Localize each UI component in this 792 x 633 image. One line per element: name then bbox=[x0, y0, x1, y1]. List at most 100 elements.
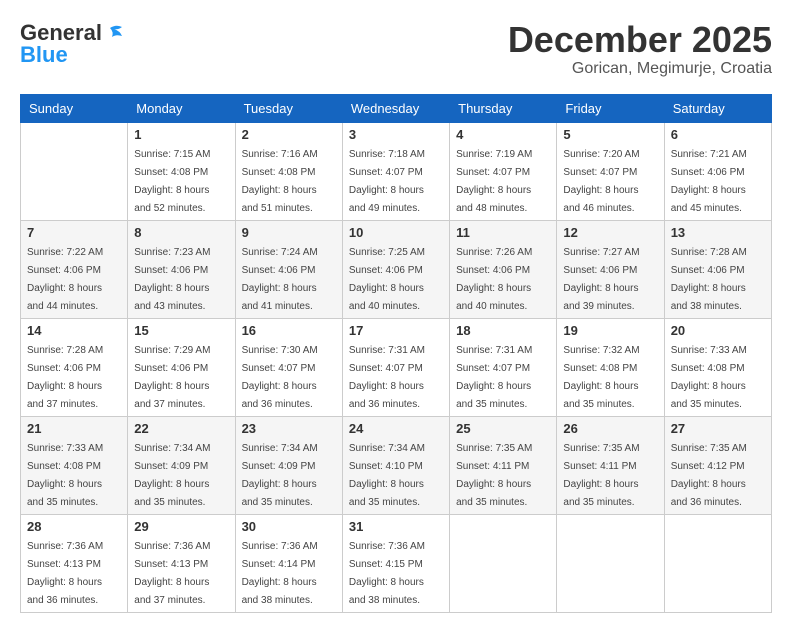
logo-text-blue: Blue bbox=[20, 42, 68, 68]
calendar-cell: 12 Sunrise: 7:27 AMSunset: 4:06 PMDaylig… bbox=[557, 220, 664, 318]
calendar-cell: 10 Sunrise: 7:25 AMSunset: 4:06 PMDaylig… bbox=[342, 220, 449, 318]
calendar-cell: 14 Sunrise: 7:28 AMSunset: 4:06 PMDaylig… bbox=[21, 318, 128, 416]
day-info: Sunrise: 7:36 AMSunset: 4:13 PMDaylight:… bbox=[134, 541, 210, 606]
day-number: 5 bbox=[563, 127, 657, 142]
days-of-week-row: SundayMondayTuesdayWednesdayThursdayFrid… bbox=[21, 94, 772, 122]
day-info: Sunrise: 7:26 AMSunset: 4:06 PMDaylight:… bbox=[456, 247, 532, 312]
day-info: Sunrise: 7:36 AMSunset: 4:13 PMDaylight:… bbox=[27, 541, 103, 606]
calendar-cell: 26 Sunrise: 7:35 AMSunset: 4:11 PMDaylig… bbox=[557, 416, 664, 514]
day-number: 25 bbox=[456, 421, 550, 436]
day-info: Sunrise: 7:34 AMSunset: 4:09 PMDaylight:… bbox=[134, 443, 210, 508]
calendar-week-row: 7 Sunrise: 7:22 AMSunset: 4:06 PMDayligh… bbox=[21, 220, 772, 318]
calendar-cell bbox=[664, 514, 771, 612]
dow-header: Sunday bbox=[21, 94, 128, 122]
day-info: Sunrise: 7:31 AMSunset: 4:07 PMDaylight:… bbox=[456, 345, 532, 410]
day-number: 16 bbox=[242, 323, 336, 338]
day-info: Sunrise: 7:33 AMSunset: 4:08 PMDaylight:… bbox=[27, 443, 103, 508]
day-info: Sunrise: 7:21 AMSunset: 4:06 PMDaylight:… bbox=[671, 149, 747, 214]
location: Gorican, Megimurje, Croatia bbox=[508, 60, 772, 78]
day-number: 28 bbox=[27, 519, 121, 534]
day-info: Sunrise: 7:35 AMSunset: 4:11 PMDaylight:… bbox=[563, 443, 639, 508]
day-info: Sunrise: 7:34 AMSunset: 4:10 PMDaylight:… bbox=[349, 443, 425, 508]
calendar-cell: 2 Sunrise: 7:16 AMSunset: 4:08 PMDayligh… bbox=[235, 122, 342, 220]
day-number: 1 bbox=[134, 127, 228, 142]
day-number: 6 bbox=[671, 127, 765, 142]
calendar-cell bbox=[557, 514, 664, 612]
day-info: Sunrise: 7:25 AMSunset: 4:06 PMDaylight:… bbox=[349, 247, 425, 312]
dow-header: Tuesday bbox=[235, 94, 342, 122]
day-info: Sunrise: 7:23 AMSunset: 4:06 PMDaylight:… bbox=[134, 247, 210, 312]
calendar-table: SundayMondayTuesdayWednesdayThursdayFrid… bbox=[20, 94, 772, 613]
calendar-cell: 16 Sunrise: 7:30 AMSunset: 4:07 PMDaylig… bbox=[235, 318, 342, 416]
day-info: Sunrise: 7:18 AMSunset: 4:07 PMDaylight:… bbox=[349, 149, 425, 214]
calendar-week-row: 1 Sunrise: 7:15 AMSunset: 4:08 PMDayligh… bbox=[21, 122, 772, 220]
calendar-cell: 23 Sunrise: 7:34 AMSunset: 4:09 PMDaylig… bbox=[235, 416, 342, 514]
dow-header: Thursday bbox=[450, 94, 557, 122]
logo-bird-icon bbox=[102, 24, 124, 42]
day-number: 8 bbox=[134, 225, 228, 240]
day-number: 18 bbox=[456, 323, 550, 338]
day-number: 9 bbox=[242, 225, 336, 240]
day-number: 29 bbox=[134, 519, 228, 534]
day-info: Sunrise: 7:30 AMSunset: 4:07 PMDaylight:… bbox=[242, 345, 318, 410]
calendar-cell: 9 Sunrise: 7:24 AMSunset: 4:06 PMDayligh… bbox=[235, 220, 342, 318]
day-number: 31 bbox=[349, 519, 443, 534]
day-number: 10 bbox=[349, 225, 443, 240]
calendar-cell: 13 Sunrise: 7:28 AMSunset: 4:06 PMDaylig… bbox=[664, 220, 771, 318]
day-number: 20 bbox=[671, 323, 765, 338]
calendar-cell: 6 Sunrise: 7:21 AMSunset: 4:06 PMDayligh… bbox=[664, 122, 771, 220]
calendar-cell: 18 Sunrise: 7:31 AMSunset: 4:07 PMDaylig… bbox=[450, 318, 557, 416]
day-number: 2 bbox=[242, 127, 336, 142]
day-number: 23 bbox=[242, 421, 336, 436]
day-number: 15 bbox=[134, 323, 228, 338]
dow-header: Wednesday bbox=[342, 94, 449, 122]
day-info: Sunrise: 7:16 AMSunset: 4:08 PMDaylight:… bbox=[242, 149, 318, 214]
calendar-cell: 28 Sunrise: 7:36 AMSunset: 4:13 PMDaylig… bbox=[21, 514, 128, 612]
day-info: Sunrise: 7:20 AMSunset: 4:07 PMDaylight:… bbox=[563, 149, 639, 214]
calendar-cell: 7 Sunrise: 7:22 AMSunset: 4:06 PMDayligh… bbox=[21, 220, 128, 318]
calendar-cell: 22 Sunrise: 7:34 AMSunset: 4:09 PMDaylig… bbox=[128, 416, 235, 514]
day-info: Sunrise: 7:35 AMSunset: 4:11 PMDaylight:… bbox=[456, 443, 532, 508]
calendar-week-row: 21 Sunrise: 7:33 AMSunset: 4:08 PMDaylig… bbox=[21, 416, 772, 514]
calendar-cell: 30 Sunrise: 7:36 AMSunset: 4:14 PMDaylig… bbox=[235, 514, 342, 612]
day-info: Sunrise: 7:22 AMSunset: 4:06 PMDaylight:… bbox=[27, 247, 103, 312]
calendar-cell: 3 Sunrise: 7:18 AMSunset: 4:07 PMDayligh… bbox=[342, 122, 449, 220]
dow-header: Friday bbox=[557, 94, 664, 122]
calendar-cell: 4 Sunrise: 7:19 AMSunset: 4:07 PMDayligh… bbox=[450, 122, 557, 220]
day-info: Sunrise: 7:34 AMSunset: 4:09 PMDaylight:… bbox=[242, 443, 318, 508]
day-info: Sunrise: 7:28 AMSunset: 4:06 PMDaylight:… bbox=[671, 247, 747, 312]
calendar-cell: 20 Sunrise: 7:33 AMSunset: 4:08 PMDaylig… bbox=[664, 318, 771, 416]
page-header: General Blue December 2025 Gorican, Megi… bbox=[20, 20, 772, 78]
calendar-cell: 1 Sunrise: 7:15 AMSunset: 4:08 PMDayligh… bbox=[128, 122, 235, 220]
calendar-cell bbox=[21, 122, 128, 220]
day-number: 13 bbox=[671, 225, 765, 240]
day-number: 14 bbox=[27, 323, 121, 338]
day-number: 26 bbox=[563, 421, 657, 436]
calendar-cell: 27 Sunrise: 7:35 AMSunset: 4:12 PMDaylig… bbox=[664, 416, 771, 514]
calendar-week-row: 28 Sunrise: 7:36 AMSunset: 4:13 PMDaylig… bbox=[21, 514, 772, 612]
day-info: Sunrise: 7:36 AMSunset: 4:14 PMDaylight:… bbox=[242, 541, 318, 606]
day-info: Sunrise: 7:31 AMSunset: 4:07 PMDaylight:… bbox=[349, 345, 425, 410]
day-info: Sunrise: 7:32 AMSunset: 4:08 PMDaylight:… bbox=[563, 345, 639, 410]
day-number: 3 bbox=[349, 127, 443, 142]
calendar-cell: 31 Sunrise: 7:36 AMSunset: 4:15 PMDaylig… bbox=[342, 514, 449, 612]
calendar-cell: 5 Sunrise: 7:20 AMSunset: 4:07 PMDayligh… bbox=[557, 122, 664, 220]
day-number: 4 bbox=[456, 127, 550, 142]
day-number: 11 bbox=[456, 225, 550, 240]
day-number: 24 bbox=[349, 421, 443, 436]
calendar-cell bbox=[450, 514, 557, 612]
title-section: December 2025 Gorican, Megimurje, Croati… bbox=[508, 20, 772, 78]
day-number: 19 bbox=[563, 323, 657, 338]
day-number: 30 bbox=[242, 519, 336, 534]
day-number: 7 bbox=[27, 225, 121, 240]
calendar-cell: 19 Sunrise: 7:32 AMSunset: 4:08 PMDaylig… bbox=[557, 318, 664, 416]
day-info: Sunrise: 7:24 AMSunset: 4:06 PMDaylight:… bbox=[242, 247, 318, 312]
calendar-cell: 11 Sunrise: 7:26 AMSunset: 4:06 PMDaylig… bbox=[450, 220, 557, 318]
day-info: Sunrise: 7:33 AMSunset: 4:08 PMDaylight:… bbox=[671, 345, 747, 410]
day-number: 21 bbox=[27, 421, 121, 436]
day-info: Sunrise: 7:29 AMSunset: 4:06 PMDaylight:… bbox=[134, 345, 210, 410]
logo: General Blue bbox=[20, 20, 124, 68]
day-number: 22 bbox=[134, 421, 228, 436]
day-info: Sunrise: 7:28 AMSunset: 4:06 PMDaylight:… bbox=[27, 345, 103, 410]
calendar-cell: 21 Sunrise: 7:33 AMSunset: 4:08 PMDaylig… bbox=[21, 416, 128, 514]
